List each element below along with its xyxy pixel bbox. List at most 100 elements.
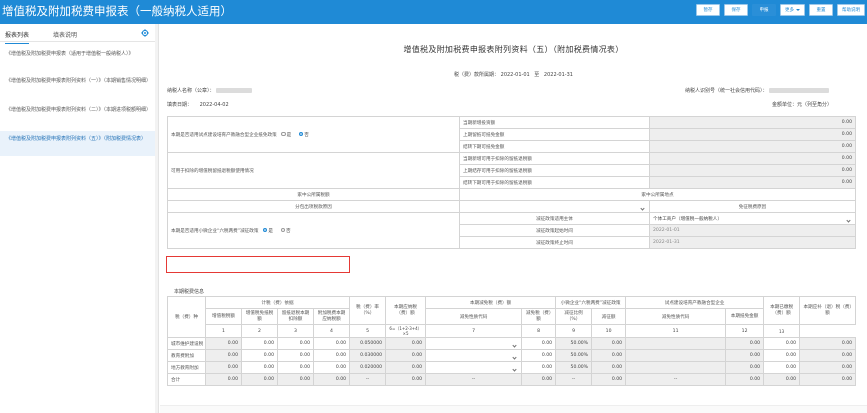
declare-button[interactable]: 申报: [752, 4, 776, 16]
q1-row-value: 0.00: [649, 116, 856, 129]
relief-code-select[interactable]: [425, 361, 523, 374]
cell-input[interactable]: 0.00: [521, 337, 557, 350]
reset-button[interactable]: 重置: [809, 4, 833, 16]
cell-input[interactable]: 0.00: [763, 361, 801, 374]
chevron-down-icon: [796, 9, 800, 11]
q3-yes-label: 是: [268, 228, 274, 234]
cell-input[interactable]: 0.00: [312, 337, 351, 350]
cell-value: 0.00: [591, 361, 627, 374]
top-header-bar: 增值税及附加税费申报表（一般纳税人适用） 暂存 保存 申报 更多 重置 帮助说明: [0, 0, 867, 24]
temp-save-button[interactable]: 暂存: [696, 4, 720, 16]
fill-date: 填表日期： 2022-04-02: [167, 101, 229, 108]
cell-input[interactable]: 0.00: [277, 337, 314, 350]
col-number: 7: [425, 324, 523, 338]
col-number: 1: [205, 324, 242, 338]
cell-input[interactable]: 0.00: [241, 349, 278, 362]
cell-input[interactable]: 0.00: [763, 337, 801, 350]
cell-value: 0.00: [205, 349, 242, 362]
cell-value: 0.00: [725, 361, 765, 374]
chevron-down-icon: [512, 342, 517, 348]
cell-value: 0.050000: [349, 337, 387, 350]
help-button[interactable]: 帮助说明: [837, 4, 865, 16]
cell-value: 0.00: [799, 349, 857, 362]
taxpayer-name: 纳税人名称（公章）：: [167, 87, 253, 94]
calc-section-label: 本期税费信息: [174, 289, 205, 295]
chevron-down-icon: [640, 205, 645, 211]
q3-yes-radio[interactable]: [262, 227, 268, 233]
cell-value: [625, 349, 727, 362]
q1-no-radio[interactable]: [298, 131, 304, 137]
more-button[interactable]: 更多: [780, 4, 805, 16]
relief-code-select[interactable]: [425, 337, 523, 350]
cell-value: 0.00: [591, 349, 627, 362]
q1-label: 本期是否适用试点建设培育产教融合型企业抵免政策: [171, 132, 277, 138]
col-number: 3: [277, 324, 314, 338]
row-tax-name: 合计: [167, 373, 206, 386]
taxpayer-id-label: 纳税人识别号（统一社会信用代码）：: [685, 88, 768, 94]
cell-input[interactable]: 0.00: [521, 349, 557, 362]
table-row: 城市维护建设税 0.00 0.00 0.00 0.00 0.050000 0.0…: [167, 337, 857, 350]
header-pilot-col: 减免性质代码: [625, 308, 727, 325]
save-button[interactable]: 保存: [724, 4, 748, 16]
col-number: 6=（1+2-3+4）×5: [385, 324, 427, 338]
horizontal-scrollbar[interactable]: [160, 405, 867, 413]
header-rate: 税（费）率（%）: [349, 296, 387, 325]
q3-subject-select[interactable]: 个体工商户（增值税一般纳税人）: [649, 212, 856, 225]
header-relief-col: 减免税（费）额: [521, 308, 557, 325]
row-tax-name: 教育费附加: [167, 349, 206, 362]
header-tax-type: 税（费）种: [167, 296, 206, 338]
sidebar: 报表列表 填表说明 《增值税及附加税费申报表（适用于增值税一般纳税人）》 《增值…: [0, 24, 159, 413]
cell-input[interactable]: 0.00: [312, 349, 351, 362]
cell-input[interactable]: 0.00: [521, 361, 557, 374]
col-number: 5: [349, 324, 387, 338]
page-title: 增值税及附加税费申报表附列资料（五）（附加税费情况表）: [403, 45, 624, 54]
list-item[interactable]: 《增值税及附加税费申报表（适用于增值税一般纳税人）》: [0, 46, 158, 70]
cell-input[interactable]: 0.00: [312, 361, 351, 374]
q1-yes-radio[interactable]: [281, 131, 286, 137]
q1-row-label: 结转下期可抵免金额: [459, 140, 650, 153]
gear-icon[interactable]: [141, 29, 149, 37]
list-item[interactable]: 《增值税及附加税费申报表附列资料（一）》（本期销售情况明细）: [0, 73, 158, 99]
q1-row-value: 0.00: [649, 128, 856, 141]
taxpayer-name-value: [216, 88, 253, 93]
q3-subject-value: 个体工商户（增值税一般纳税人）: [653, 216, 722, 222]
header-pilot-col: 本期抵免金额: [725, 308, 765, 325]
row-tax-name: 城市维护建设税: [167, 337, 206, 350]
row-a-left-label: 家中公所属税额: [167, 188, 460, 201]
q1-row-value: 0.00: [649, 140, 856, 153]
amount-unit: 金额单位：元（列至角分）: [772, 102, 833, 108]
app-title: 增值税及附加税费申报表（一般纳税人适用）: [2, 4, 232, 18]
list-item[interactable]: 《增值税及附加税费申报表附列资料（二）》（本期进项税额明细）: [0, 102, 158, 128]
more-label: 更多: [785, 8, 794, 13]
header-basis-group: 计税（费）依据: [204, 296, 351, 309]
header-basis-col: 留抵退税本期扣除额: [277, 308, 314, 325]
header-relief-col: 减免性质代码: [425, 308, 523, 325]
relief-code-select[interactable]: [425, 349, 523, 362]
tab-fill-instructions[interactable]: 填表说明: [53, 30, 77, 39]
row-b-select[interactable]: [459, 200, 650, 213]
col-number: 10: [591, 324, 627, 338]
fill-date-label: 填表日期：: [167, 102, 193, 108]
col-number: 9: [555, 324, 593, 338]
col-number: 8: [521, 324, 557, 338]
table-row-total: 合计 0.00 0.00 0.00 0.00 -- 0.00 -- 0.00 -…: [167, 373, 857, 386]
tab-report-list[interactable]: 报表列表: [5, 30, 30, 44]
period-end: 2022-01-31: [543, 72, 573, 78]
period-start: 2022-01-01: [500, 72, 530, 78]
cell-value: 0.00: [521, 373, 557, 386]
cell-input[interactable]: 0.00: [763, 349, 801, 362]
q2-row-value: 0.00: [649, 152, 856, 165]
list-item-active[interactable]: 《增值税及附加税费申报表附列资料（五）》（附加税费情况表）: [0, 131, 158, 156]
header-micro-col: 减征比例（%）: [555, 308, 593, 325]
header-pilot-group: 试点建设培育产教融合型企业: [625, 296, 765, 309]
cell-input[interactable]: 0.00: [241, 337, 278, 350]
cell-input[interactable]: 0.00: [241, 361, 278, 374]
col-number: 2: [241, 324, 278, 338]
cell-input[interactable]: 0.00: [277, 349, 314, 362]
period-to: 至: [534, 72, 540, 78]
sidebar-scrollbar[interactable]: [155, 24, 158, 413]
q3-no-radio[interactable]: [280, 227, 285, 233]
cell-value: --: [425, 373, 523, 386]
row-b-right-label: 免征税费原因: [649, 200, 856, 213]
cell-input[interactable]: 0.00: [277, 361, 314, 374]
